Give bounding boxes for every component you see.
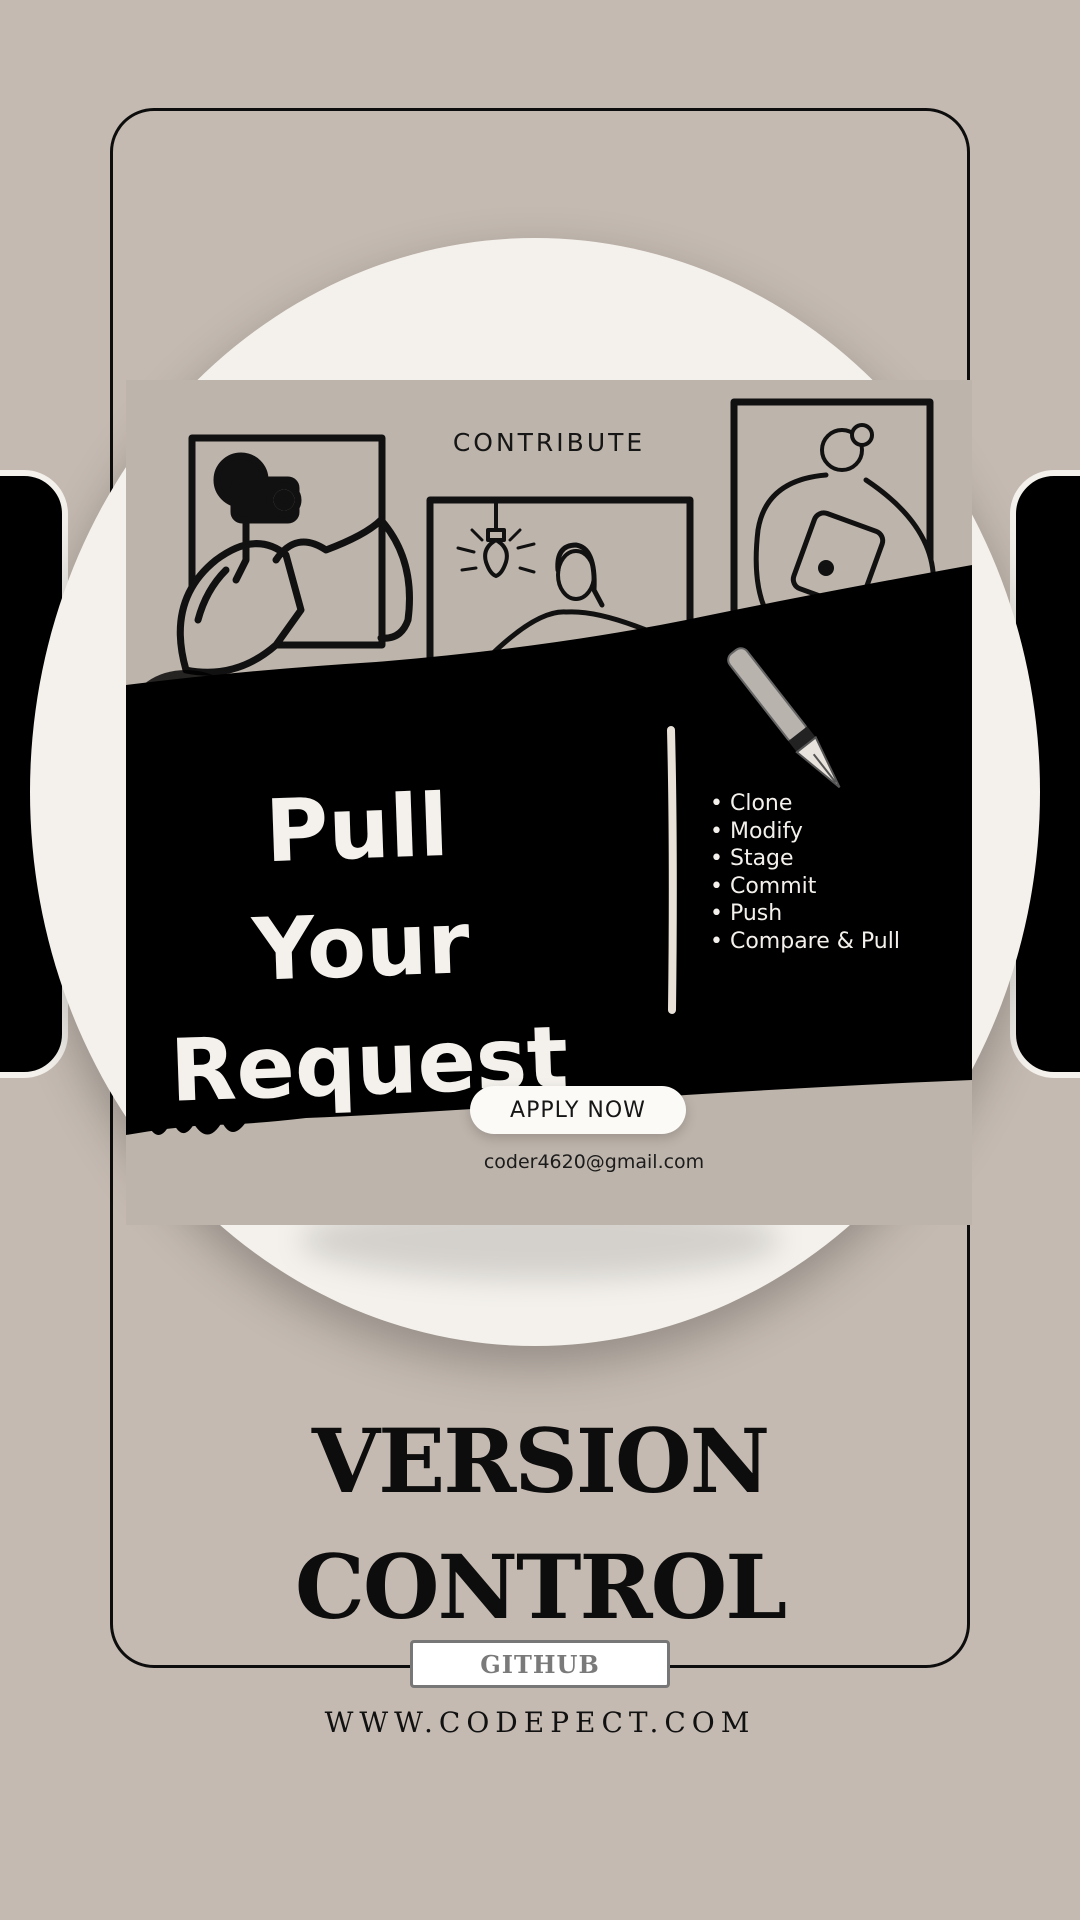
step-commit: Commit	[710, 873, 900, 901]
contact-email: coder4620@gmail.com	[483, 1151, 705, 1173]
contribute-label: CONTRIBUTE	[452, 428, 646, 457]
step-push: Push	[710, 900, 900, 928]
page-title: VERSION CONTROL	[0, 1398, 1080, 1650]
website-link[interactable]: WWW.CODEPECT.COM	[0, 1706, 1080, 1739]
step-compare-pull: Compare & Pull	[710, 928, 900, 956]
title-line-2: CONTROL	[294, 1535, 787, 1639]
apply-now-button[interactable]: APPLY NOW	[470, 1086, 686, 1134]
poster: CONTRIBUTE Pull Your Request Clone Modif…	[126, 380, 972, 1225]
step-modify: Modify	[710, 818, 900, 846]
headline-line-1: Pull Your	[250, 775, 472, 1001]
step-clone: Clone	[710, 790, 900, 818]
step-stage: Stage	[710, 845, 900, 873]
headline: Pull Your Request	[160, 763, 569, 1130]
title-line-1: VERSION	[311, 1409, 770, 1513]
github-badge: GITHUB	[410, 1640, 670, 1688]
divider-stroke	[667, 726, 677, 1014]
steps-list: Clone Modify Stage Commit Push Compare &…	[710, 790, 900, 955]
photographer-illustration	[176, 434, 413, 676]
